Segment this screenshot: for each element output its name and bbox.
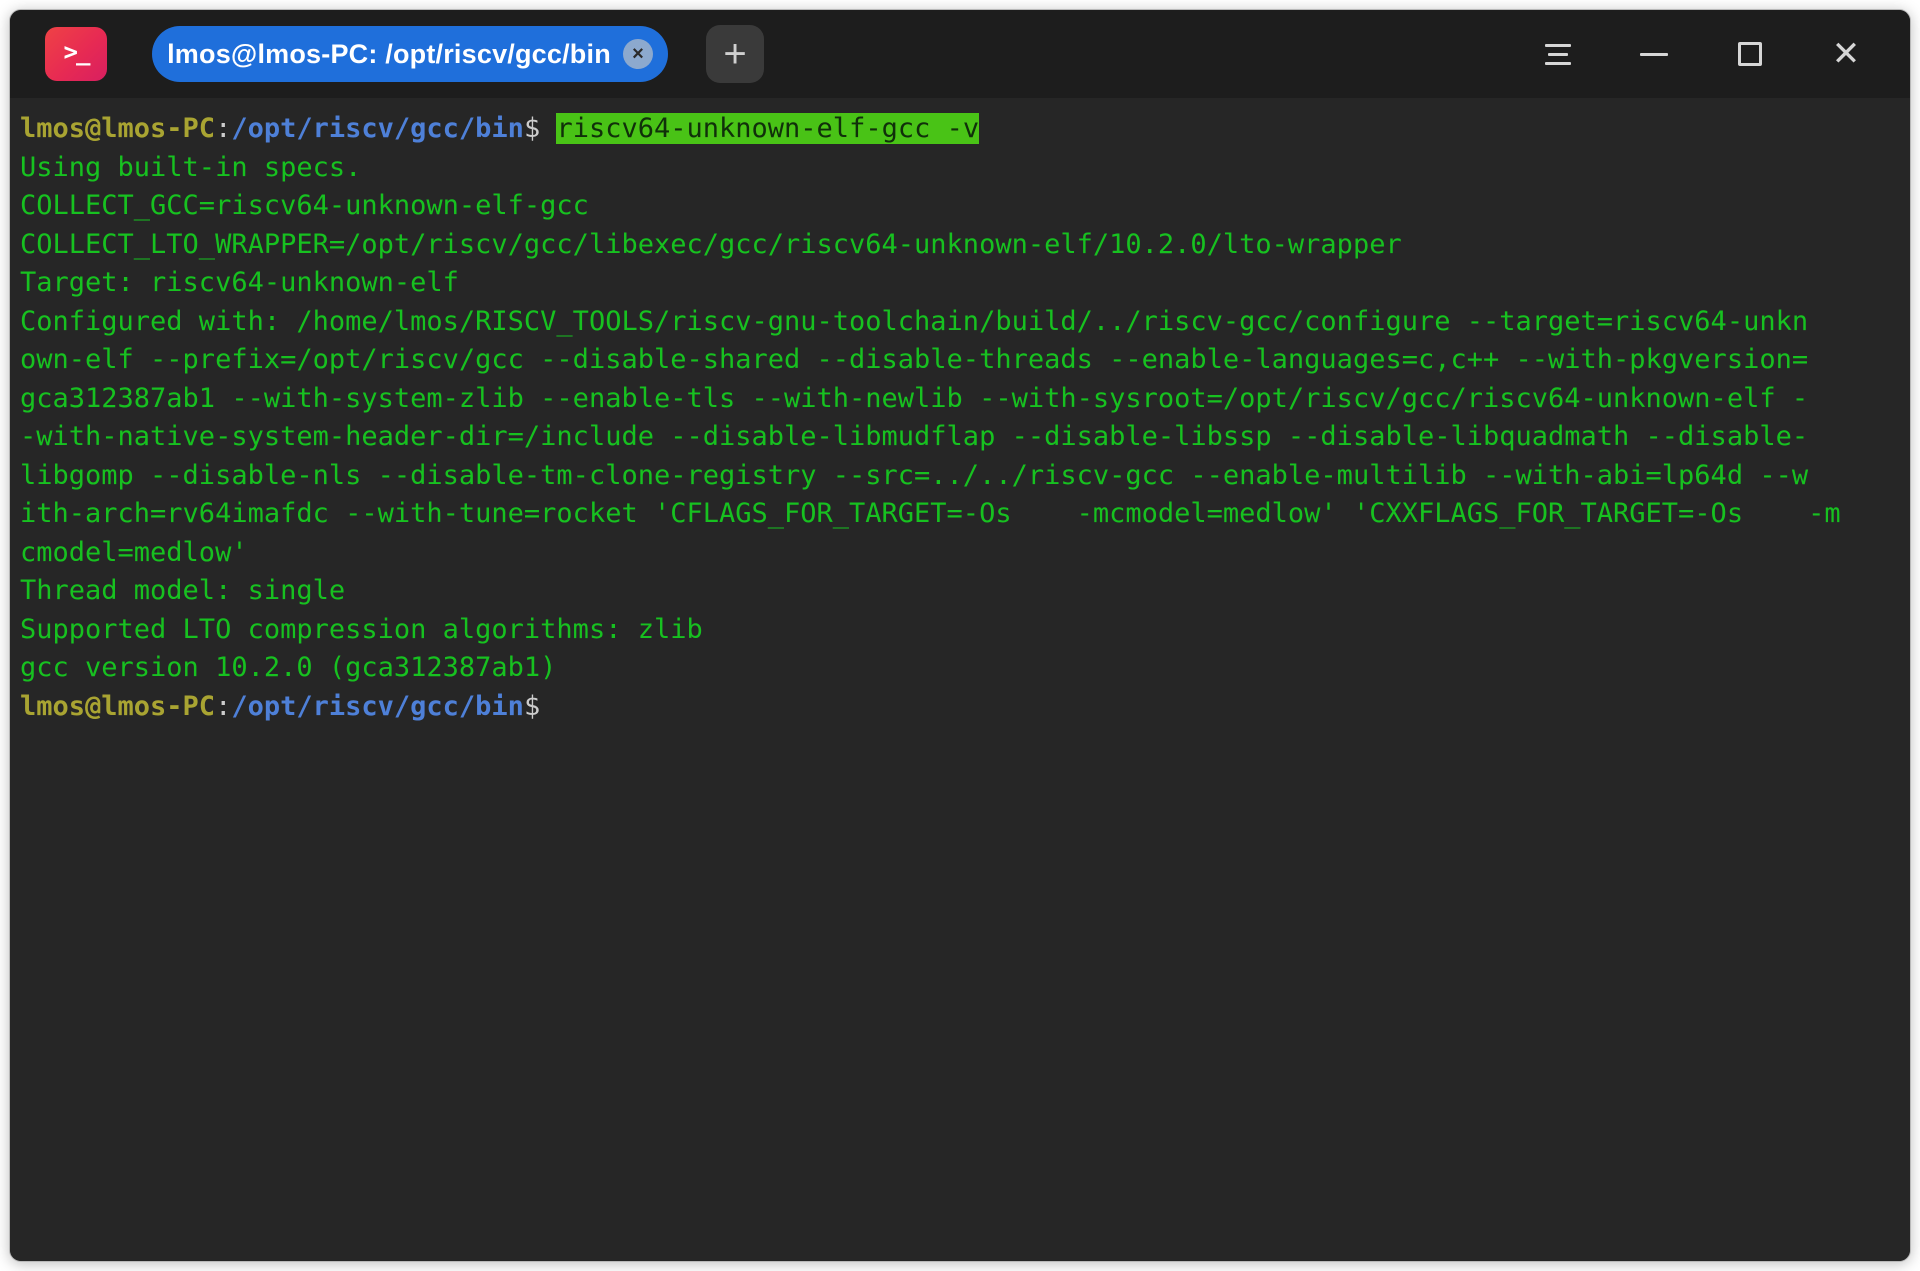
terminal-text-segment: : (215, 113, 231, 144)
terminal-text-segment: $ (524, 691, 540, 722)
terminal-text-segment: Configured with: /home/lmos/RISCV_TOOLS/… (20, 306, 1808, 337)
terminal-text-segment: Supported LTO compression algorithms: zl… (20, 614, 703, 645)
terminal-line: -with-native-system-header-dir=/include … (20, 418, 1910, 457)
terminal-line: cmodel=medlow' (20, 534, 1910, 573)
terminal-line: COLLECT_GCC=riscv64-unknown-elf-gcc (20, 187, 1910, 226)
terminal-line: Thread model: single (20, 572, 1910, 611)
terminal-text-segment: ith-arch=rv64imafdc --with-tune=rocket '… (20, 498, 1841, 529)
terminal-line: libgomp --disable-nls --disable-tm-clone… (20, 457, 1910, 496)
terminal-text-segment: Using built-in specs. (20, 152, 361, 183)
new-tab-button[interactable]: + (706, 25, 764, 83)
terminal-line: own-elf --prefix=/opt/riscv/gcc --disabl… (20, 341, 1910, 380)
selected-command-text: riscv64-unknown-elf-gcc -v (556, 113, 979, 144)
terminal-line: Target: riscv64-unknown-elf (20, 264, 1910, 303)
close-button[interactable]: ✕ (1814, 22, 1878, 86)
terminal-text-segment: : (215, 691, 231, 722)
terminal-text-segment: cmodel=medlow' (20, 537, 248, 568)
terminal-text-segment: Thread model: single (20, 575, 345, 606)
terminal-text-segment: -with-native-system-header-dir=/include … (20, 421, 1808, 452)
maximize-icon (1738, 42, 1762, 66)
terminal-line: lmos@lmos-PC:/opt/riscv/gcc/bin$ riscv64… (20, 110, 1910, 149)
tab-close-icon[interactable]: × (623, 39, 653, 69)
menu-icon (1545, 44, 1571, 65)
terminal-text-segment: own-elf --prefix=/opt/riscv/gcc --disabl… (20, 344, 1808, 375)
terminal-line: Supported LTO compression algorithms: zl… (20, 611, 1910, 650)
terminal-text-segment: libgomp --disable-nls --disable-tm-clone… (20, 460, 1808, 491)
terminal-window: >_ lmos@lmos-PC: /opt/riscv/gcc/bin × + … (9, 9, 1911, 1262)
terminal-text-segment: /opt/riscv/gcc/bin (231, 113, 524, 144)
tab-title: lmos@lmos-PC: /opt/riscv/gcc/bin (167, 39, 611, 70)
terminal-line: gca312387ab1 --with-system-zlib --enable… (20, 380, 1910, 419)
terminal-line: Configured with: /home/lmos/RISCV_TOOLS/… (20, 303, 1910, 342)
terminal-prompt-glyph: >_ (64, 38, 89, 66)
menu-button[interactable] (1526, 22, 1590, 86)
desktop-background: >_ lmos@lmos-PC: /opt/riscv/gcc/bin × + … (0, 0, 1920, 1271)
terminal-content[interactable]: lmos@lmos-PC:/opt/riscv/gcc/bin$ riscv64… (10, 98, 1910, 1261)
tab-active[interactable]: lmos@lmos-PC: /opt/riscv/gcc/bin × (152, 26, 668, 82)
terminal-text-segment: Target: riscv64-unknown-elf (20, 267, 459, 298)
terminal-line: gcc version 10.2.0 (gca312387ab1) (20, 649, 1910, 688)
terminal-line: ith-arch=rv64imafdc --with-tune=rocket '… (20, 495, 1910, 534)
terminal-text-segment: lmos@lmos-PC (20, 113, 215, 144)
minimize-icon (1640, 53, 1668, 56)
titlebar: >_ lmos@lmos-PC: /opt/riscv/gcc/bin × + … (10, 10, 1910, 98)
terminal-text-segment: lmos@lmos-PC (20, 691, 215, 722)
close-icon: ✕ (1832, 37, 1861, 71)
terminal-text-segment: gcc version 10.2.0 (gca312387ab1) (20, 652, 556, 683)
terminal-text-segment: gca312387ab1 --with-system-zlib --enable… (20, 383, 1808, 414)
terminal-text-segment: COLLECT_LTO_WRAPPER=/opt/riscv/gcc/libex… (20, 229, 1402, 260)
terminal-text-segment: $ (524, 113, 557, 144)
terminal-line: COLLECT_LTO_WRAPPER=/opt/riscv/gcc/libex… (20, 226, 1910, 265)
terminal-line: lmos@lmos-PC:/opt/riscv/gcc/bin$ (20, 688, 1910, 727)
maximize-button[interactable] (1718, 22, 1782, 86)
terminal-line: Using built-in specs. (20, 149, 1910, 188)
terminal-text-segment: /opt/riscv/gcc/bin (231, 691, 524, 722)
terminal-text-segment: COLLECT_GCC=riscv64-unknown-elf-gcc (20, 190, 589, 221)
minimize-button[interactable] (1622, 22, 1686, 86)
terminal-app-icon: >_ (45, 27, 107, 81)
